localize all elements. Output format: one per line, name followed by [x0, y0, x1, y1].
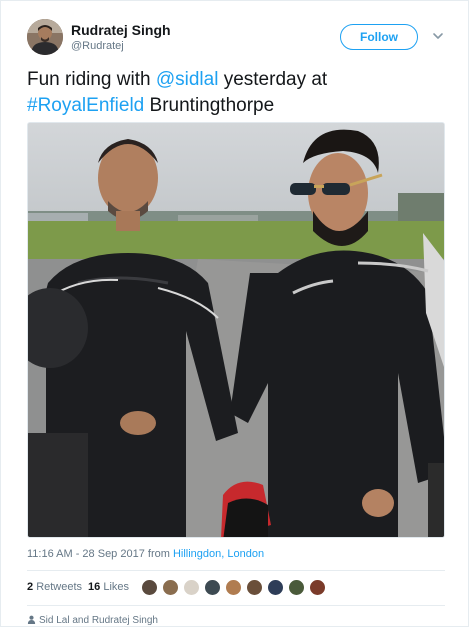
liker-avatar[interactable] — [309, 579, 326, 597]
divider — [27, 605, 445, 606]
tweet-header: Rudratej Singh @Rudratej Follow — [27, 19, 447, 59]
retweets-count[interactable]: 2 — [27, 581, 33, 593]
photo-riders — [28, 123, 444, 537]
liker-avatar[interactable] — [225, 579, 242, 597]
mention-link[interactable]: @sidlal — [156, 69, 219, 90]
tweet-card: Rudratej Singh @Rudratej Follow Fun ridi… — [0, 0, 469, 627]
likes-count[interactable]: 16 — [88, 581, 100, 593]
liker-avatar[interactable] — [267, 579, 284, 597]
retweets-label[interactable]: Retweets — [36, 581, 82, 593]
tweet-time[interactable]: 11:16 AM - 28 Sep 2017 from — [27, 548, 173, 560]
tweet-text-suffix: Bruntingthorpe — [144, 95, 275, 116]
hashtag-link[interactable]: #RoyalEnfield — [27, 95, 144, 116]
location-link[interactable]: Hillingdon, London — [173, 548, 264, 560]
tweet-text-middle: yesterday at — [218, 69, 328, 90]
divider — [27, 570, 445, 571]
tweet-timestamp: 11:16 AM - 28 Sep 2017 from Hillingdon, … — [27, 548, 264, 560]
likes-label[interactable]: Likes — [103, 581, 129, 593]
display-name[interactable]: Rudratej Singh — [71, 22, 171, 38]
liker-avatar[interactable] — [204, 579, 221, 597]
liker-avatars — [141, 579, 330, 599]
avatar-photo — [27, 19, 63, 55]
tagged-people[interactable]: Sid Lal and Rudratej Singh — [39, 615, 158, 626]
follow-button[interactable]: Follow — [340, 24, 418, 50]
liker-avatar[interactable] — [288, 579, 305, 597]
tweet-stats: 2 Retweets 16 Likes — [27, 581, 129, 593]
chevron-down-icon[interactable] — [431, 29, 445, 43]
tweet-text-prefix: Fun riding with — [27, 69, 156, 90]
liker-avatar[interactable] — [183, 579, 200, 597]
avatar[interactable] — [27, 19, 63, 55]
person-icon — [27, 615, 36, 624]
user-handle[interactable]: @Rudratej — [71, 40, 124, 52]
liker-avatar[interactable] — [162, 579, 179, 597]
tweet-photo[interactable] — [27, 122, 445, 538]
liker-avatar[interactable] — [141, 579, 158, 597]
tweet-text: Fun riding with @sidlal yesterday at #Roy… — [27, 67, 447, 119]
liker-avatar[interactable] — [246, 579, 263, 597]
footer: Sid Lal and Rudratej Singh — [27, 615, 158, 626]
